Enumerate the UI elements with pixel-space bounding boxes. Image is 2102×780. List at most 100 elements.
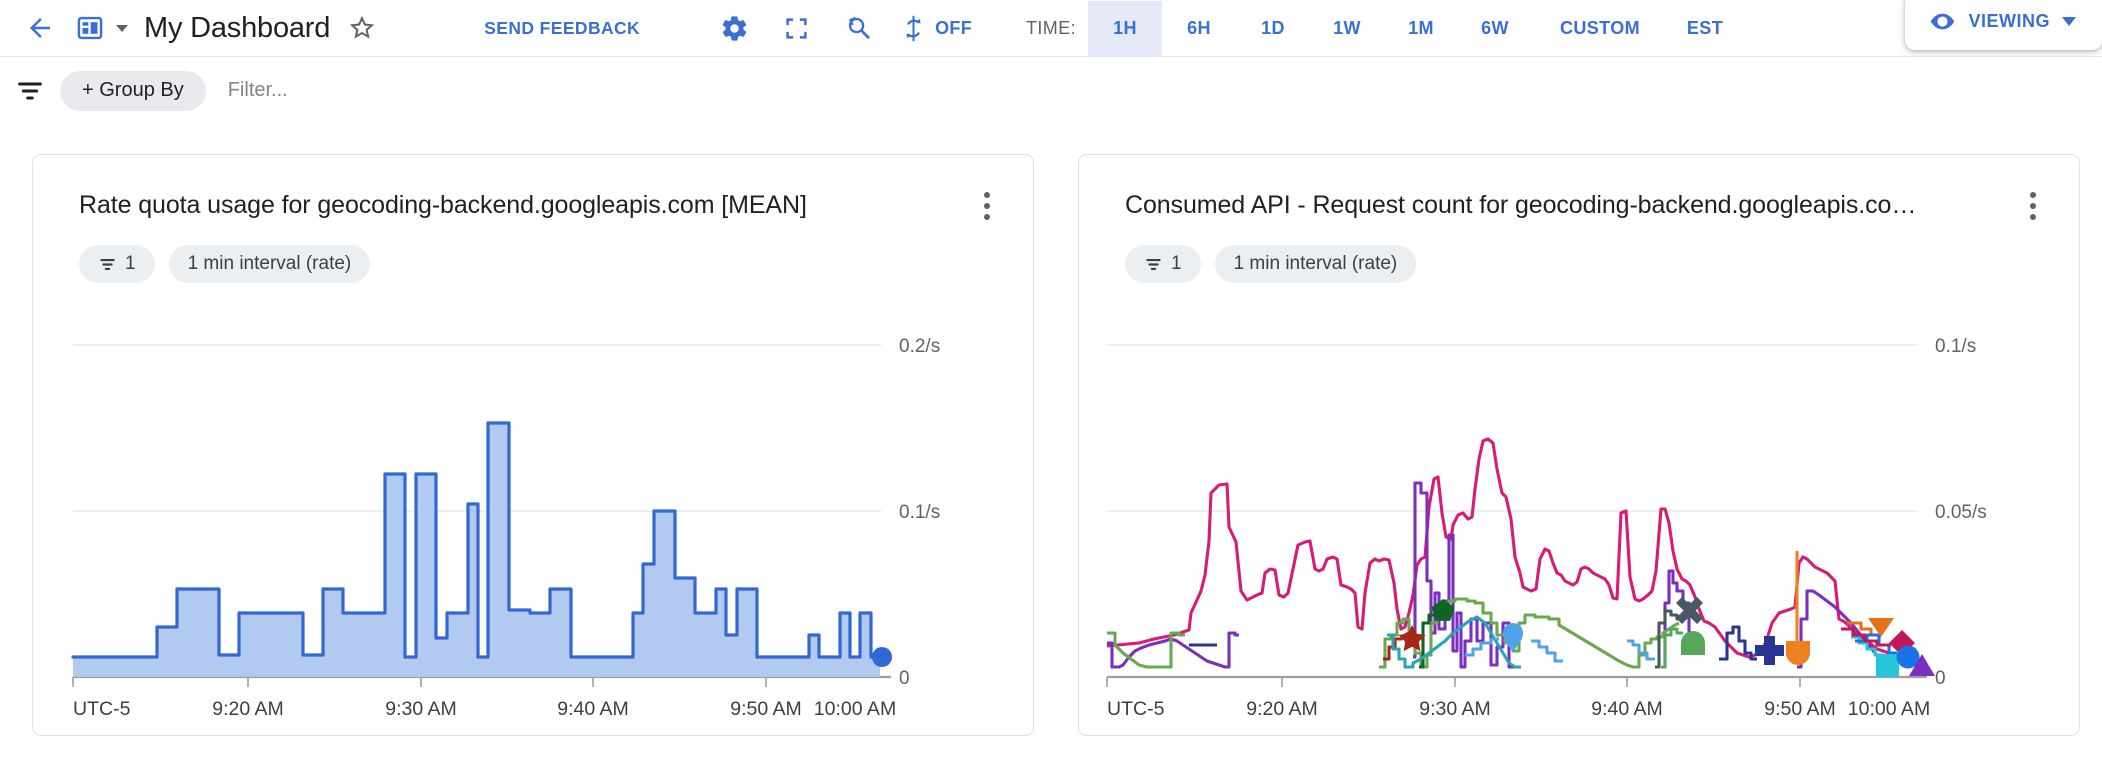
series-line-medium-green bbox=[1661, 629, 1683, 667]
y-tick-label-mid: 0.05/s bbox=[1935, 502, 1987, 523]
x-tick-label-4: 9:50 AM bbox=[1764, 698, 1836, 720]
card-menu-button[interactable] bbox=[2013, 183, 2053, 229]
fullscreen-icon bbox=[783, 15, 810, 42]
fullscreen-button[interactable] bbox=[774, 6, 818, 50]
favorite-button[interactable] bbox=[340, 6, 384, 50]
gear-icon bbox=[720, 14, 749, 43]
more-vert-icon bbox=[984, 192, 990, 198]
end-marker-square-teal bbox=[1876, 654, 1899, 677]
area-chart-svg: 0.2/s 0.1/s 0 UTC-5 9:20 AM 9:30 AM 9:40… bbox=[33, 323, 1034, 736]
chart-card-rate-quota-usage: Rate quota usage for geocoding-backend.g… bbox=[32, 154, 1034, 736]
time-range-group: 1H 6H 1D 1W 1M 6W CUSTOM EST bbox=[1088, 1, 1742, 56]
header-tool-icons bbox=[712, 6, 880, 50]
dashboard-grid-icon bbox=[76, 14, 104, 42]
time-range-custom[interactable]: CUSTOM bbox=[1532, 1, 1668, 56]
send-feedback-button[interactable]: SEND FEEDBACK bbox=[484, 18, 640, 39]
refresh-icon bbox=[900, 15, 927, 42]
time-range-1m[interactable]: 1M bbox=[1384, 1, 1458, 56]
series-line-purple bbox=[1107, 633, 1239, 667]
dashboard-cards: Rate quota usage for geocoding-backend.g… bbox=[0, 124, 2102, 736]
x-tick-label-5: 10:00 AM bbox=[814, 698, 896, 720]
back-button[interactable] bbox=[18, 6, 62, 50]
card-header: Rate quota usage for geocoding-backend.g… bbox=[33, 155, 1033, 283]
page-title: My Dashboard bbox=[144, 12, 330, 45]
more-vert-icon bbox=[2030, 192, 2036, 198]
card-menu-button[interactable] bbox=[967, 183, 1007, 229]
x-tick-label-3: 9:40 AM bbox=[1591, 698, 1663, 720]
settings-button[interactable] bbox=[712, 6, 756, 50]
x-axis-timezone-label: UTC-5 bbox=[73, 698, 131, 720]
card-title: Consumed API - Request count for geocodi… bbox=[1125, 191, 1983, 220]
area-chart-plot[interactable]: 0.2/s 0.1/s 0 UTC-5 9:20 AM 9:30 AM 9:40… bbox=[33, 323, 1034, 736]
series-end-marker-circle bbox=[872, 647, 892, 667]
x-axis-timezone-label: UTC-5 bbox=[1107, 698, 1165, 720]
filter-count-chip[interactable]: 1 bbox=[1125, 245, 1201, 283]
y-tick-label-zero: 0 bbox=[899, 668, 910, 689]
line-chart-svg: 0.1/s 0.05/s 0 UTC-5 9:20 AM 9:30 AM 9:4… bbox=[1079, 323, 2080, 736]
time-range-label: TIME: bbox=[1026, 18, 1076, 39]
time-range-1h[interactable]: 1H bbox=[1088, 1, 1162, 56]
star-outline-icon bbox=[347, 13, 377, 43]
y-tick-label-top: 0.1/s bbox=[1935, 336, 1976, 357]
filter-input[interactable] bbox=[226, 78, 726, 103]
end-marker-square-round-orange bbox=[1786, 641, 1810, 665]
time-range-6w[interactable]: 6W bbox=[1458, 1, 1532, 56]
more-vert-icon bbox=[984, 203, 990, 209]
chip-label: 1 min interval (rate) bbox=[188, 253, 352, 275]
more-vert-icon bbox=[2030, 203, 2036, 209]
filter-count-icon bbox=[1144, 255, 1163, 274]
x-axis-ticks bbox=[1107, 677, 1800, 687]
series-group bbox=[1107, 439, 1897, 667]
filter-count-chip[interactable]: 1 bbox=[79, 245, 155, 283]
viewing-label: VIEWING bbox=[1968, 11, 2050, 32]
dashboard-icon-button[interactable] bbox=[68, 6, 112, 50]
eye-icon bbox=[1929, 8, 1956, 35]
series-line-green bbox=[1107, 633, 1185, 667]
more-vert-icon bbox=[984, 214, 990, 220]
filter-list-button[interactable] bbox=[8, 69, 52, 113]
interval-chip[interactable]: 1 min interval (rate) bbox=[169, 245, 371, 283]
reset-zoom-button[interactable] bbox=[836, 6, 880, 50]
chip-label: 1 bbox=[1171, 253, 1182, 275]
x-tick-label-3: 9:40 AM bbox=[557, 698, 629, 720]
filter-bar: + Group By bbox=[0, 56, 2102, 124]
end-marker-plus-navy bbox=[1755, 636, 1784, 665]
line-chart-plot[interactable]: 0.1/s 0.05/s 0 UTC-5 9:20 AM 9:30 AM 9:4… bbox=[1079, 323, 2080, 736]
series-line-magenta bbox=[1107, 439, 1895, 657]
time-range-6h[interactable]: 6H bbox=[1162, 1, 1236, 56]
interval-chip[interactable]: 1 min interval (rate) bbox=[1215, 245, 1417, 283]
filter-list-icon bbox=[15, 76, 45, 106]
chip-label: 1 min interval (rate) bbox=[1234, 253, 1398, 275]
chevron-down-icon bbox=[2062, 17, 2076, 26]
card-chips: 1 1 min interval (rate) bbox=[1125, 245, 2079, 283]
filter-count-icon bbox=[98, 255, 117, 274]
x-tick-label-1: 9:20 AM bbox=[1246, 698, 1318, 720]
dashboard-dropdown-caret-icon[interactable] bbox=[116, 25, 128, 32]
end-marker-circle-flat-green bbox=[1681, 631, 1705, 655]
time-range-est[interactable]: EST bbox=[1668, 1, 1742, 56]
zoom-reset-icon bbox=[844, 14, 873, 43]
y-tick-label-zero: 0 bbox=[1935, 668, 1946, 689]
x-axis-ticks bbox=[73, 677, 766, 687]
x-tick-label-4: 9:50 AM bbox=[730, 698, 802, 720]
x-tick-label-1: 9:20 AM bbox=[212, 698, 284, 720]
more-vert-icon bbox=[2030, 214, 2036, 220]
auto-refresh-toggle[interactable]: OFF bbox=[900, 15, 972, 42]
group-by-button[interactable]: + Group By bbox=[60, 71, 206, 111]
app-header: My Dashboard SEND FEEDBACK bbox=[0, 0, 2102, 56]
back-arrow-icon bbox=[25, 13, 55, 43]
card-header: Consumed API - Request count for geocodi… bbox=[1079, 155, 2079, 283]
auto-refresh-label: OFF bbox=[935, 18, 972, 39]
y-tick-label-mid: 0.1/s bbox=[899, 502, 940, 523]
card-chips: 1 1 min interval (rate) bbox=[79, 245, 1033, 283]
time-range-1d[interactable]: 1D bbox=[1236, 1, 1310, 56]
x-tick-label-2: 9:30 AM bbox=[1419, 698, 1491, 720]
time-range-1w[interactable]: 1W bbox=[1310, 1, 1384, 56]
chip-label: 1 bbox=[125, 253, 136, 275]
chart-card-consumed-api-request-count: Consumed API - Request count for geocodi… bbox=[1078, 154, 2080, 736]
series-line-light-blue-2 bbox=[1531, 641, 1563, 661]
x-tick-label-5: 10:00 AM bbox=[1848, 698, 1930, 720]
x-tick-label-2: 9:30 AM bbox=[385, 698, 457, 720]
viewing-mode-button[interactable]: VIEWING bbox=[1905, 0, 2102, 50]
card-title: Rate quota usage for geocoding-backend.g… bbox=[79, 191, 937, 220]
